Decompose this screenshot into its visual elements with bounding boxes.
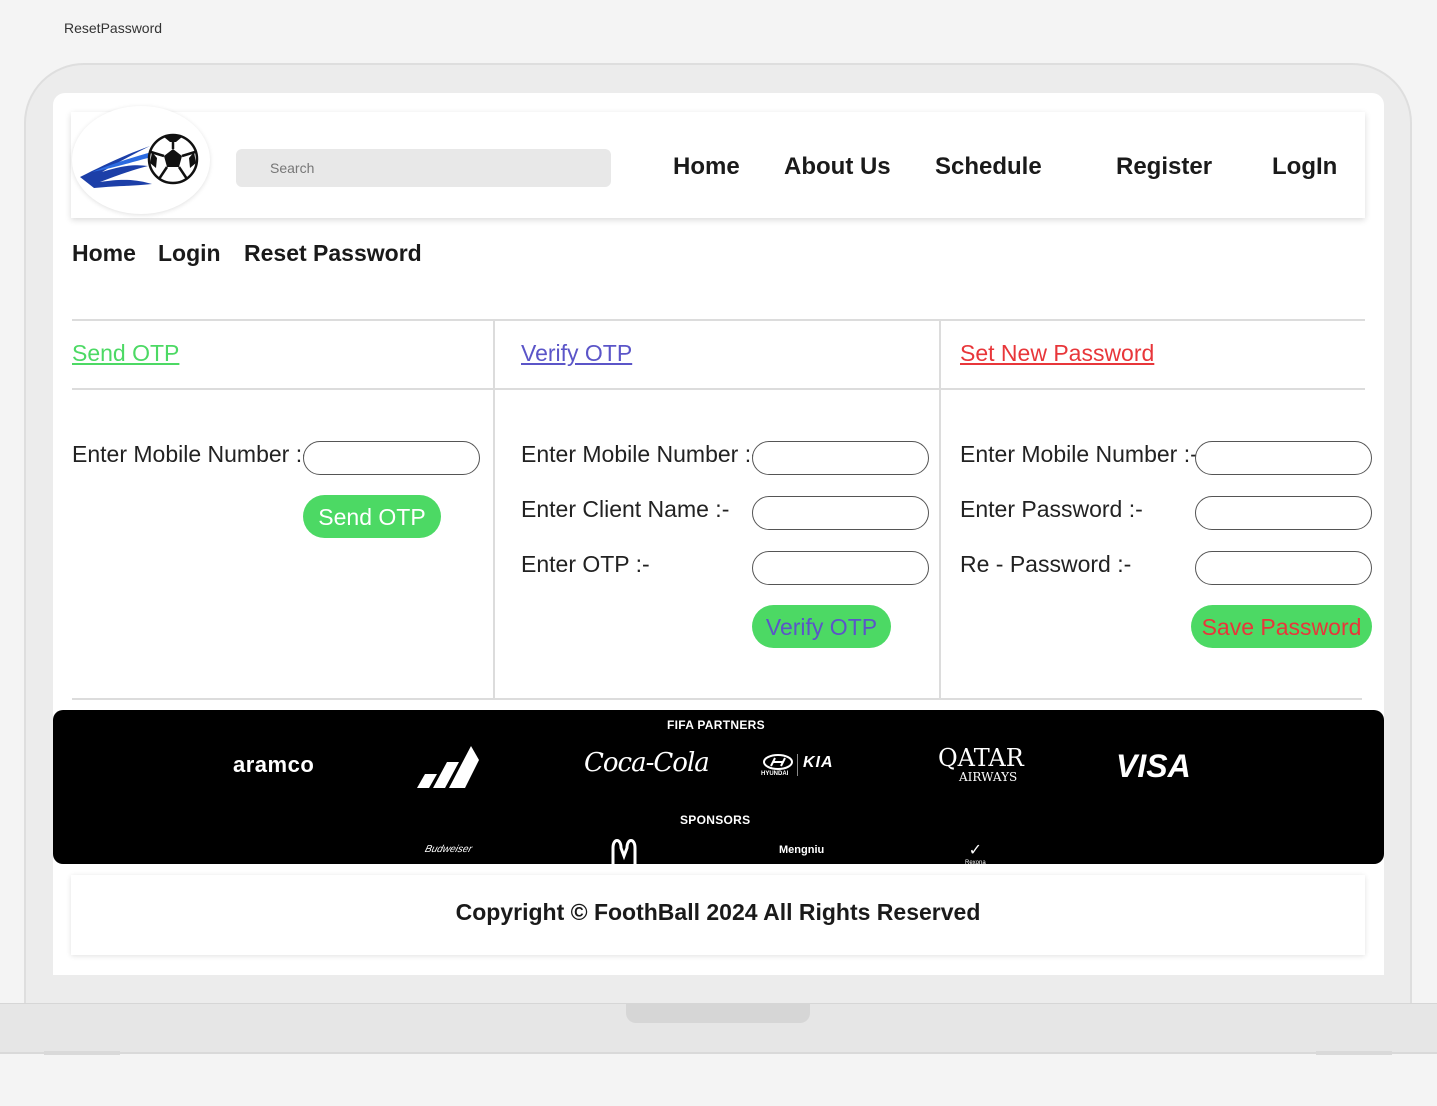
send-otp-tab[interactable]: Send OTP — [72, 340, 179, 367]
send-mobile-input[interactable] — [303, 441, 480, 475]
nav-schedule[interactable]: Schedule — [935, 153, 1042, 181]
column-divider-2 — [939, 319, 941, 699]
rexona-tick-icon: ✓ — [968, 842, 983, 859]
kia-logo: KIA — [803, 754, 834, 771]
hyundai-label: HYUNDAI — [761, 771, 789, 777]
nav-login[interactable]: LogIn — [1272, 153, 1337, 181]
nav-about-us[interactable]: About Us — [784, 153, 891, 181]
coca-cola-logo: Coca-Cola — [584, 748, 710, 778]
otp-label: Enter OTP :- — [521, 551, 650, 577]
visa-logo: VISA — [1116, 748, 1191, 784]
laptop-foot-left — [44, 1051, 120, 1055]
table-header-border — [72, 388, 1365, 390]
hyundai-logo: HYUNDAI — [761, 754, 795, 777]
qatar-airways-label: AIRWAYS — [959, 770, 1018, 784]
golden-arches-icon — [611, 839, 637, 864]
otp-input[interactable] — [752, 551, 929, 585]
setpw-mobile-input[interactable] — [1195, 441, 1372, 475]
verify-mobile-input[interactable] — [752, 441, 929, 475]
nav-home[interactable]: Home — [673, 153, 740, 181]
verify-otp-button[interactable]: Verify OTP — [752, 605, 891, 648]
partners-caption: FIFA PARTNERS — [667, 718, 765, 732]
nav-register[interactable]: Register — [1116, 153, 1212, 181]
qatar-logo: QATAR — [938, 744, 1024, 772]
setpw-mobile-label: Enter Mobile Number :- — [960, 441, 1198, 467]
sponsors-banner: FIFA PARTNERS aramco Coca-Cola HYUNDAI K… — [53, 710, 1384, 866]
copyright-text: Copyright © FoothBall 2024 All Rights Re… — [455, 899, 981, 925]
laptop-foot-right — [1316, 1051, 1392, 1055]
aramco-logo: aramco — [233, 752, 315, 777]
mcdonalds-logo — [611, 838, 637, 869]
repassword-label: Re - Password :- — [960, 551, 1132, 577]
site-footer: Copyright © FoothBall 2024 All Rights Re… — [71, 875, 1365, 955]
rexona-label: Rexona — [965, 860, 986, 866]
site-logo[interactable] — [72, 106, 210, 214]
breadcrumb-reset-password: Reset Password — [244, 240, 422, 266]
table-bottom-border — [72, 698, 1362, 700]
send-otp-button[interactable]: Send OTP — [303, 495, 441, 538]
laptop-notch — [626, 1003, 810, 1023]
adidas-stripes-icon — [417, 746, 479, 788]
soccer-ball-logo-icon — [80, 133, 199, 188]
repassword-input[interactable] — [1195, 551, 1372, 585]
password-input[interactable] — [1195, 496, 1372, 530]
hyundai-kia-divider — [797, 754, 798, 776]
breadcrumb-login[interactable]: Login — [158, 240, 221, 267]
adidas-logo — [417, 746, 479, 793]
window-title: ResetPassword — [64, 20, 163, 36]
budweiser-logo: Budweiser — [423, 844, 474, 855]
rexona-logo: ✓ Rexona — [965, 840, 986, 866]
client-name-label: Enter Client Name :- — [521, 496, 730, 522]
breadcrumb-home[interactable]: Home — [72, 240, 136, 267]
verify-mobile-label: Enter Mobile Number :- — [521, 441, 759, 467]
column-divider-1 — [493, 319, 495, 699]
password-label: Enter Password :- — [960, 496, 1143, 522]
hyundai-h-icon — [763, 754, 793, 770]
verify-otp-tab[interactable]: Verify OTP — [521, 340, 632, 367]
save-password-button[interactable]: Save Password — [1191, 605, 1372, 648]
search-input[interactable] — [236, 149, 611, 187]
table-top-border — [72, 319, 1365, 321]
sponsors-caption: SPONSORS — [680, 813, 751, 827]
client-name-input[interactable] — [752, 496, 929, 530]
send-mobile-label: Enter Mobile Number :- — [72, 441, 310, 467]
mengniu-logo: Mengniu — [779, 844, 825, 856]
set-new-password-tab[interactable]: Set New Password — [960, 340, 1154, 367]
